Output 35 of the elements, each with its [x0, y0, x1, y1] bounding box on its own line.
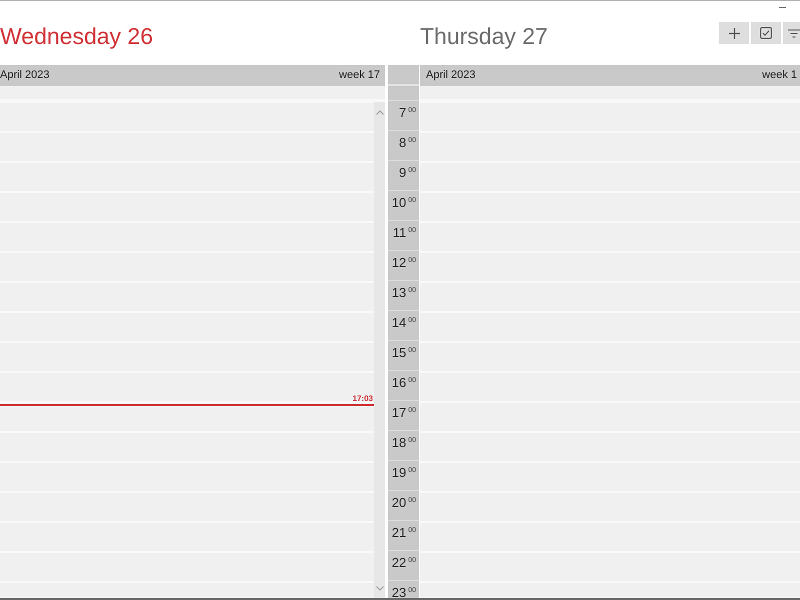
chevron-up-icon[interactable] [376, 110, 384, 115]
hour-label: 22$^{00}$ [392, 555, 416, 570]
hour-label: 10$^{00}$ [392, 195, 416, 210]
month-label: April 2023 [426, 68, 476, 83]
hour-label: 18$^{00}$ [392, 435, 416, 450]
week-label: week 1 [762, 68, 797, 83]
task-button[interactable] [751, 22, 781, 44]
hour-label: 17$^{00}$ [392, 405, 416, 420]
chevron-down-icon[interactable] [376, 586, 384, 591]
hour-label: 15$^{00}$ [392, 345, 416, 360]
hour-label: 12$^{00}$ [392, 255, 416, 270]
current-time-label: 17:03 [352, 394, 373, 402]
filter-icon [788, 28, 800, 38]
week-label: week 17 [339, 68, 380, 83]
hour-label: 23$^{00}$ [392, 585, 416, 598]
hour-label: 9$^{00}$ [398, 165, 416, 180]
hour-label: 13$^{00}$ [392, 285, 416, 300]
hour-label: 8$^{00}$ [398, 135, 416, 150]
hour-label: 16$^{00}$ [392, 375, 416, 390]
day-title: Thursday 27 [420, 22, 548, 50]
filter-button[interactable] [783, 22, 800, 44]
hour-label: 7$^{00}$ [398, 105, 416, 120]
day-title: Wednesday 26 [0, 22, 154, 50]
hour-label: 21$^{00}$ [392, 525, 416, 540]
scrollbar[interactable] [374, 102, 385, 598]
minimize-button[interactable] [779, 6, 786, 9]
add-button[interactable] [719, 22, 749, 44]
plus-icon [728, 28, 740, 38]
minimize-icon [779, 6, 786, 9]
hour-label: 19$^{00}$ [392, 465, 416, 480]
hour-label: 14$^{00}$ [392, 315, 416, 330]
hour-label: 11$^{00}$ [392, 225, 416, 240]
hour-label: 20$^{00}$ [392, 495, 416, 510]
checkbox-icon [760, 27, 772, 39]
month-label: April 2023 [0, 68, 50, 83]
